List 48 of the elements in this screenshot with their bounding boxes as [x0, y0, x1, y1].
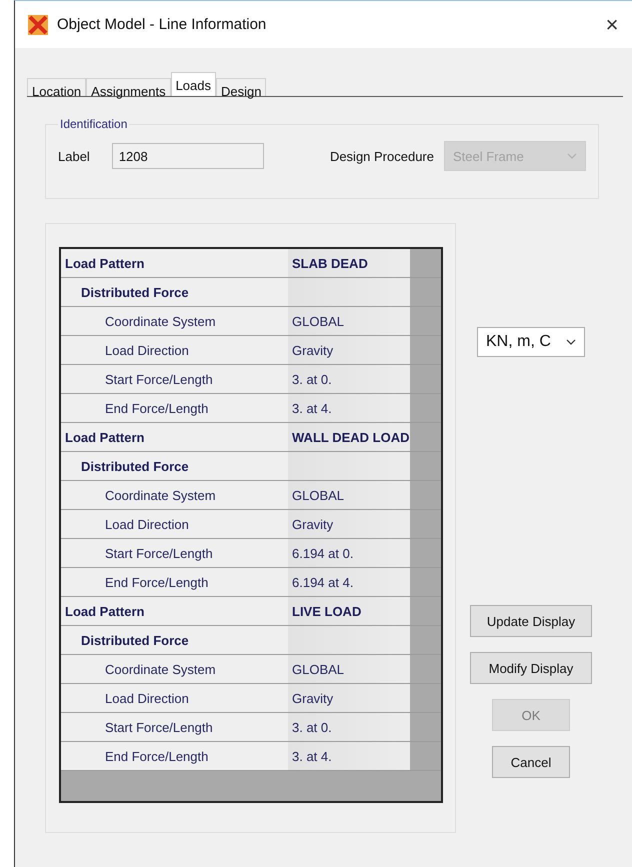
- table-cell: LIVE LOAD: [288, 597, 410, 625]
- dialog-button[interactable]: Modify Display: [470, 652, 592, 684]
- table-cell: Load Pattern: [61, 423, 288, 451]
- table-cell: Gravity: [288, 336, 410, 364]
- table-cell: Load Pattern: [61, 597, 288, 625]
- window-title: Object Model - Line Information: [57, 16, 268, 33]
- dialog-button[interactable]: Cancel: [492, 746, 570, 778]
- table-cell: SLAB DEAD: [288, 249, 410, 277]
- close-icon[interactable]: ×: [592, 12, 632, 38]
- table-cell: Load Direction: [61, 336, 288, 364]
- table-cell: GLOBAL: [288, 655, 410, 683]
- table-cell: Distributed Force: [61, 626, 288, 654]
- chevron-down-icon: [566, 339, 576, 345]
- chevron-down-icon: [567, 153, 577, 159]
- dialog-button[interactable]: Update Display: [470, 605, 592, 637]
- table-cell: End Force/Length: [61, 394, 288, 422]
- tab[interactable]: Loads: [170, 72, 216, 96]
- table-cell: Load Direction: [61, 684, 288, 712]
- table-cell: Start Force/Length: [61, 539, 288, 567]
- field-label: Design Procedure: [330, 148, 434, 164]
- table-cell: Distributed Force: [61, 452, 288, 480]
- table-cell: Coordinate System: [61, 481, 288, 509]
- group-title: Identification: [59, 117, 128, 131]
- field-label: Label: [58, 148, 90, 164]
- table-cell: Load Direction: [61, 510, 288, 538]
- table-cell: Start Force/Length: [61, 713, 288, 741]
- table-cell: 6.194 at 0.: [288, 539, 410, 567]
- app-logo-icon: [27, 14, 49, 36]
- table-cell: 3. at 0.: [288, 365, 410, 393]
- table-cell: Load Pattern: [61, 249, 288, 277]
- table-cell: Gravity: [288, 684, 410, 712]
- table-cell: 6.194 at 4.: [288, 568, 410, 596]
- units-dropdown[interactable]: KN, m, C: [477, 327, 585, 357]
- table-cell: 3. at 4.: [288, 742, 410, 770]
- table-cell: End Force/Length: [61, 742, 288, 770]
- table-cell: Distributed Force: [61, 278, 288, 306]
- table-cell: End Force/Length: [61, 568, 288, 596]
- table-cell: Start Force/Length: [61, 365, 288, 393]
- table-cell: Coordinate System: [61, 307, 288, 335]
- table-cell: GLOBAL: [288, 481, 410, 509]
- table-cell: 3. at 4.: [288, 394, 410, 422]
- table-cell: 3. at 0.: [288, 713, 410, 741]
- tab[interactable]: Location: [27, 78, 86, 96]
- table-cell: Gravity: [288, 510, 410, 538]
- table-cell: Coordinate System: [61, 655, 288, 683]
- label-field[interactable]: 1208: [112, 143, 264, 169]
- table-cell: WALL DEAD LOAD: [288, 423, 410, 451]
- table-cell: GLOBAL: [288, 307, 410, 335]
